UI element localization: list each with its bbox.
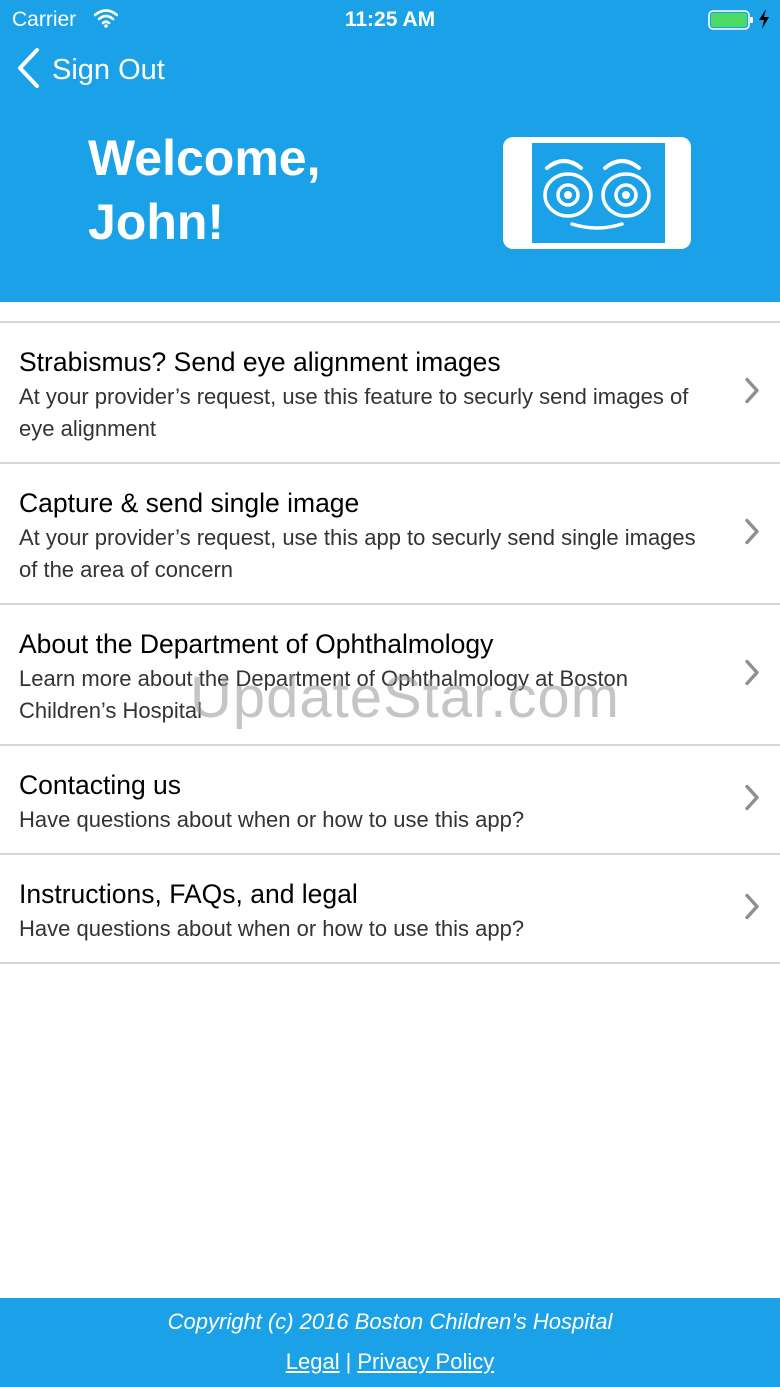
footer: Copyright (c) 2016 Boston Children’s Hos… bbox=[0, 1298, 780, 1387]
menu-item-description: Have questions about when or how to use … bbox=[19, 916, 525, 941]
menu-item-about-department[interactable]: About the Department of Ophthalmology Le… bbox=[0, 605, 780, 746]
chevron-right-icon bbox=[744, 658, 760, 691]
welcome-heading: Welcome, John! bbox=[88, 126, 418, 254]
menu-item-title: Instructions, FAQs, and legal bbox=[19, 879, 358, 909]
menu-item-strabismus[interactable]: Strabismus? Send eye alignment images At… bbox=[0, 323, 780, 464]
menu-item-capture-single[interactable]: Capture & send single image At your prov… bbox=[0, 464, 780, 605]
legal-link[interactable]: Legal bbox=[286, 1349, 340, 1374]
clock: 11:25 AM bbox=[344, 8, 436, 31]
battery-icon bbox=[708, 10, 754, 36]
tablet-face-icon bbox=[502, 136, 692, 255]
menu-item-contacting-us[interactable]: Contacting us Have questions about when … bbox=[0, 746, 780, 855]
menu-item-title: Strabismus? Send eye alignment images bbox=[19, 347, 501, 377]
status-bar: Carrier 11:25 AM bbox=[0, 0, 780, 40]
menu-item-title: About the Department of Ophthalmology bbox=[19, 629, 494, 659]
sign-out-button[interactable]: Sign Out bbox=[16, 47, 165, 94]
privacy-policy-link[interactable]: Privacy Policy bbox=[357, 1349, 494, 1374]
menu-item-description: Learn more about the Department of Ophth… bbox=[19, 666, 629, 723]
menu-item-instructions-faqs-legal[interactable]: Instructions, FAQs, and legal Have quest… bbox=[0, 855, 780, 964]
menu-item-title: Contacting us bbox=[19, 770, 182, 800]
chevron-right-icon bbox=[744, 892, 760, 925]
menu-item-description: At your provider’s request, use this fea… bbox=[19, 384, 689, 441]
charging-icon bbox=[757, 8, 771, 36]
welcome-line-1: Welcome, bbox=[88, 130, 321, 186]
chevron-left-icon bbox=[16, 47, 40, 94]
menu-item-description: At your provider’s request, use this app… bbox=[19, 525, 696, 582]
footer-links: Legal | Privacy Policy bbox=[0, 1349, 780, 1375]
link-separator: | bbox=[345, 1349, 352, 1374]
welcome-line-2: John! bbox=[88, 194, 225, 250]
header: Carrier 11:25 AM Sign Out Welcome, John! bbox=[0, 0, 780, 302]
chevron-right-icon bbox=[744, 517, 760, 550]
sign-out-label: Sign Out bbox=[52, 53, 165, 86]
chevron-right-icon bbox=[744, 783, 760, 816]
chevron-right-icon bbox=[744, 376, 760, 409]
copyright-text: Copyright (c) 2016 Boston Children’s Hos… bbox=[167, 1309, 613, 1334]
menu-list: Strabismus? Send eye alignment images At… bbox=[0, 321, 780, 964]
menu-item-description: Have questions about when or how to use … bbox=[19, 807, 525, 832]
menu-item-title: Capture & send single image bbox=[19, 488, 360, 518]
